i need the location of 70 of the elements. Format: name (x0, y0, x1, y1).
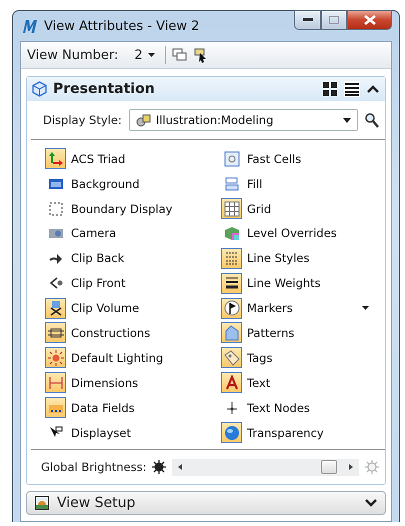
chevron-icon[interactable] (365, 499, 377, 507)
toggle-item[interactable]: Data Fields (45, 395, 221, 420)
toggle-item[interactable]: Displayset (45, 420, 221, 445)
minimize-icon (302, 18, 312, 22)
view-number-label: View Number: (27, 48, 118, 63)
toggle-item[interactable]: Grid (221, 196, 379, 221)
shapes-icon (136, 113, 152, 128)
window-title: View Attributes - View 2 (44, 18, 200, 34)
close-icon (364, 15, 376, 25)
toggle-item[interactable]: Background (45, 171, 221, 196)
pattern-shape-icon (224, 324, 240, 341)
globe-icon (224, 424, 240, 441)
toggle-item[interactable]: Constructions (45, 320, 221, 346)
toggle-item[interactable]: Markers (221, 296, 379, 321)
view-setup-header[interactable]: View Setup (26, 491, 386, 515)
cube-icon (32, 81, 47, 98)
line-styles-icon (224, 250, 240, 266)
panel-title: Presentation (53, 81, 156, 98)
letter-glyph-icon (224, 374, 240, 391)
brightness-slider[interactable] (172, 458, 359, 476)
caret-icon (148, 53, 155, 58)
search-icon[interactable] (365, 112, 379, 128)
landscape-icon (35, 496, 49, 510)
tag-icon (224, 350, 240, 366)
axis-arrows-icon (48, 150, 64, 167)
toggle-item[interactable]: Clip Back (45, 246, 221, 271)
view-number-dropdown[interactable]: 2 (130, 48, 159, 63)
fill-shape-icon (224, 176, 240, 192)
brightness-label: Global Brightness: (41, 460, 146, 474)
grid-icon (224, 200, 240, 217)
flag-marker-icon (224, 300, 240, 316)
toggle-item[interactable]: Transparency (221, 420, 379, 445)
list-view-icon[interactable] (344, 81, 360, 98)
minimize-button[interactable] (294, 10, 321, 30)
toggle-item[interactable]: Boundary Display (45, 196, 221, 221)
toggle-item[interactable]: Fill (221, 171, 379, 196)
maximize-icon (329, 16, 339, 24)
toggle-item[interactable]: Line Weights (221, 270, 379, 296)
display-style-dropdown[interactable]: Illustration:Modeling (128, 109, 358, 132)
maximize-button[interactable] (321, 10, 347, 30)
toggle-item[interactable]: Patterns (221, 320, 379, 346)
cell-icon (224, 150, 240, 167)
toggle-item[interactable]: Tags (221, 345, 379, 370)
tiles-view-icon[interactable] (322, 81, 338, 98)
layers-icon (224, 225, 240, 242)
line-weights-icon (224, 275, 240, 292)
sun-icon (365, 460, 379, 474)
toggle-item[interactable]: Line Styles (221, 246, 379, 271)
pointer-icon[interactable] (194, 48, 208, 63)
toggle-item[interactable]: Fast Cells (221, 146, 379, 172)
toggle-item[interactable]: Camera (45, 220, 221, 246)
display-style-label: Display Style: (43, 113, 122, 128)
toggle-item[interactable]: Text (221, 370, 379, 396)
windows-icon[interactable] (172, 48, 188, 62)
toggle-item[interactable]: Text Nodes (221, 395, 379, 420)
toggle-item[interactable]: ACS Triad (45, 146, 221, 172)
slider-thumb[interactable] (320, 460, 337, 474)
caret-icon[interactable] (362, 306, 369, 310)
sun-icon (152, 460, 166, 474)
dimension-line-icon (48, 374, 64, 391)
dashed-boundary-icon (48, 200, 64, 217)
toggle-item[interactable]: Clip Front (45, 270, 221, 296)
toggle-item[interactable]: Clip Volume (45, 296, 221, 321)
toggle-item[interactable]: Default Lighting (45, 345, 221, 370)
caret-icon (343, 118, 351, 123)
app-logo-icon (22, 18, 38, 34)
close-button[interactable] (347, 10, 392, 30)
chevron-icon[interactable] (366, 84, 380, 94)
toggle-item[interactable]: Dimensions (45, 370, 221, 396)
toggle-item[interactable]: Level Overrides (221, 220, 379, 246)
